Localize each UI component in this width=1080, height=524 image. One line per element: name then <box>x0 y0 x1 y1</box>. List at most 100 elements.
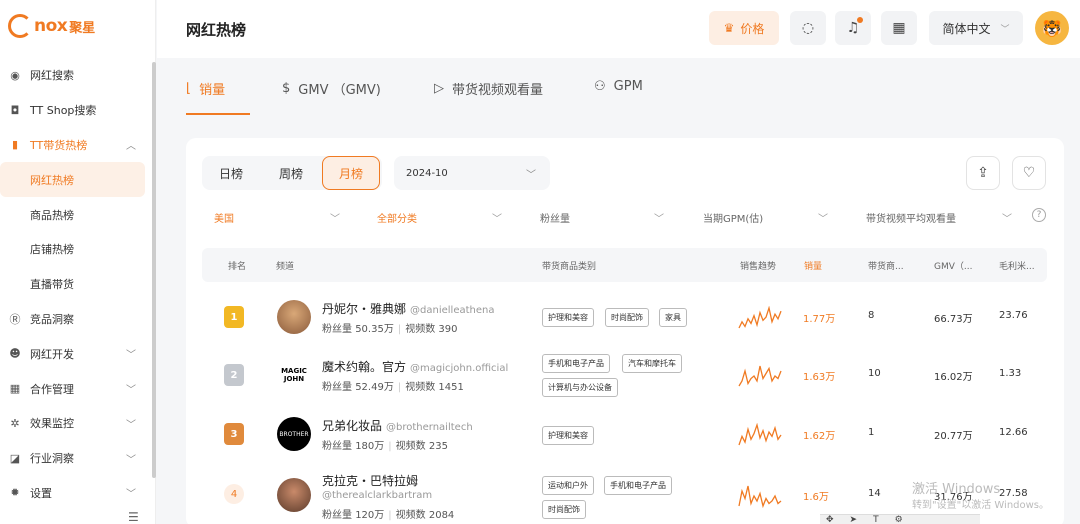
sidebar-item-label: TT带货热榜 <box>30 138 88 152</box>
bronze-medal-icon: 3 <box>224 423 244 445</box>
sales-trend-sparkline <box>738 306 782 329</box>
tab-gpm[interactable]: ⚇ GPM <box>594 79 643 94</box>
users-icon: ☻ <box>9 347 21 361</box>
sidebar-item-performance-monitor[interactable]: ✲ 效果监控 ﹀ <box>0 406 150 441</box>
sidebar-item-settings[interactable]: ✹ 设置 ﹀ <box>0 476 150 511</box>
tab-gmv[interactable]: $ GMV （GMV) <box>282 79 381 98</box>
export-button[interactable]: ⇪ <box>966 156 1000 190</box>
channel-handle: @danielleathena <box>410 305 495 316</box>
header-sales[interactable]: 销量 <box>804 259 822 272</box>
daily-button[interactable]: 日榜 <box>202 156 260 190</box>
gpm-filter[interactable]: 当期GPM(估) <box>703 210 763 225</box>
favorite-button[interactable]: ♡ <box>1012 156 1046 190</box>
chat-icon: ◌ <box>801 20 815 36</box>
category-filter[interactable]: 全部分类 <box>377 210 417 225</box>
channel-name[interactable]: 克拉克・巴特拉姆 <box>322 474 418 488</box>
avatar[interactable]: BROTHER <box>277 417 311 451</box>
text-icon[interactable]: T <box>873 515 879 524</box>
sidebar-item-competitor-insight[interactable]: Ⓡ 竞品洞察 <box>0 302 150 337</box>
sidebar-item-tt-rankings[interactable]: ▮ TT带货热榜 ︿ <box>0 128 150 163</box>
followers-value: 52.49万 <box>355 382 394 393</box>
gmv-value: 16.02万 <box>934 372 973 383</box>
chevron-down-icon: ﹀ <box>526 169 536 181</box>
sidebar-item-industry-insight[interactable]: ◪ 行业洞察 ﹀ <box>0 441 150 476</box>
chevron-down-icon[interactable]: ﹀ <box>492 210 502 225</box>
avg-views-filter[interactable]: 带货视频平均观看量 <box>866 210 956 225</box>
windows-watermark-sub: 转到"设置"以激活 Windows。 <box>912 500 1050 511</box>
notification-button[interactable]: ♫ <box>835 11 871 45</box>
header-products[interactable]: 带货商... <box>868 259 904 272</box>
avatar[interactable] <box>277 478 311 512</box>
sidebar-item-label: 设置 <box>30 486 52 500</box>
table-row[interactable]: 2 MAGIC JOHN 魔术约翰。官方 @magicjohn.official … <box>202 346 1047 404</box>
avatar[interactable] <box>277 300 311 334</box>
chevron-down-icon[interactable]: ﹀ <box>330 210 340 225</box>
followers-filter[interactable]: 粉丝量 <box>540 210 570 225</box>
margin-value: 1.33 <box>999 368 1022 379</box>
settings-icon: ✹ <box>10 486 20 500</box>
notification-dot <box>857 17 863 23</box>
monthly-button[interactable]: 月榜 <box>322 156 380 190</box>
tab-label: 销量 <box>199 83 226 98</box>
language-label: 简体中文 <box>942 21 991 36</box>
export-icon: ⇪ <box>977 165 989 181</box>
chevron-down-icon: ﹀ <box>126 419 136 431</box>
user-avatar[interactable]: 🐯 <box>1035 11 1069 45</box>
price-button[interactable]: ♛ 价格 <box>709 11 779 45</box>
language-select[interactable]: 简体中文 ﹀ <box>929 11 1023 45</box>
channel-name[interactable]: 丹妮尔・雅典娜 <box>322 302 406 316</box>
move-icon[interactable]: ✥ <box>826 515 834 524</box>
chat-button[interactable]: ◌ <box>790 11 826 45</box>
channel-name-line: 克拉克・巴特拉姆 <box>322 472 418 489</box>
channel-stats: 粉丝量 52.49万 | 视频数 1451 <box>322 382 464 393</box>
products-value: 14 <box>868 488 881 499</box>
channel-name[interactable]: 兄弟化妆品 <box>322 419 382 433</box>
pointer-icon[interactable]: ➤ <box>850 515 858 524</box>
followers-label: 粉丝量 <box>322 510 352 521</box>
country-filter[interactable]: 美国 <box>214 210 234 225</box>
chevron-down-icon[interactable]: ﹀ <box>654 210 664 225</box>
avatar[interactable]: MAGIC JOHN <box>277 358 311 392</box>
table-row[interactable]: 1 丹妮尔・雅典娜 @danielleathena 粉丝量 50.35万 | 视频数 … <box>202 288 1047 346</box>
bar-chart-icon: ▮ <box>11 138 19 152</box>
line-chart-icon: ⌊ <box>186 81 192 96</box>
help-icon[interactable]: ? <box>1032 208 1046 222</box>
sales-trend-sparkline <box>738 485 782 508</box>
weekly-button[interactable]: 周榜 <box>262 156 320 190</box>
sidebar-item-label: 网红搜索 <box>30 69 74 83</box>
chevron-down-icon[interactable]: ﹀ <box>1002 210 1012 225</box>
settings-icon[interactable]: ⚙ <box>895 515 903 524</box>
channel-name[interactable]: 魔术约翰。官方 <box>322 360 406 374</box>
tab-sales[interactable]: ⌊ 销量 <box>186 79 225 98</box>
sidebar-item-tt-shop-search[interactable]: ◘ TT Shop搜索 <box>0 93 150 128</box>
period-switch: 日榜 周榜 月榜 <box>202 156 382 190</box>
category-tag: 时尚配饰 <box>542 500 586 519</box>
header-rank: 排名 <box>228 262 247 272</box>
sidebar-item-label: 行业洞察 <box>30 452 74 466</box>
sidebar-item-influencer-rankings[interactable]: 网红热榜 <box>0 162 145 198</box>
chevron-down-icon[interactable]: ﹀ <box>818 210 828 225</box>
sidebar-item-product-rankings[interactable]: 商品热榜 <box>0 197 150 232</box>
logo[interactable]: nox 聚星 <box>8 14 95 38</box>
chevron-down-icon: ﹀ <box>126 385 136 397</box>
compass-icon: ◉ <box>10 68 20 82</box>
followers-label: 粉丝量 <box>322 324 352 335</box>
apps-button[interactable]: ▦ <box>881 11 917 45</box>
sidebar-scrollbar[interactable] <box>152 62 156 478</box>
collapse-sidebar-icon[interactable]: ☰ <box>128 510 139 524</box>
channel-stats: 粉丝量 50.35万 | 视频数 390 <box>322 324 458 335</box>
sidebar-item-store-rankings[interactable]: 店铺热榜 <box>0 232 150 267</box>
table-row[interactable]: 3 BROTHER 兄弟化妆品 @brothernailtech 粉丝量 180万… <box>202 405 1047 463</box>
crown-icon: ♛ <box>723 21 735 35</box>
sidebar-item-live-sales[interactable]: 直播带货 <box>0 267 150 302</box>
tab-video-views[interactable]: ▷ 带货视频观看量 <box>434 79 543 98</box>
sidebar-item-influencer-search[interactable]: ◉ 网红搜索 <box>0 58 150 93</box>
products-value: 10 <box>868 368 881 379</box>
sidebar-item-collab-mgmt[interactable]: ▦ 合作管理 ﹀ <box>0 371 150 406</box>
header-gmv[interactable]: GMV（... <box>934 259 972 272</box>
sidebar-item-influencer-dev[interactable]: ☻ 网红开发 ﹀ <box>0 336 150 371</box>
date-select[interactable]: 2024-10 ﹀ <box>394 156 550 190</box>
header-margin[interactable]: 毛利米... <box>999 259 1035 272</box>
followers-value: 180万 <box>355 441 385 452</box>
channel-stats: 粉丝量 120万 | 视频数 2084 <box>322 510 455 521</box>
